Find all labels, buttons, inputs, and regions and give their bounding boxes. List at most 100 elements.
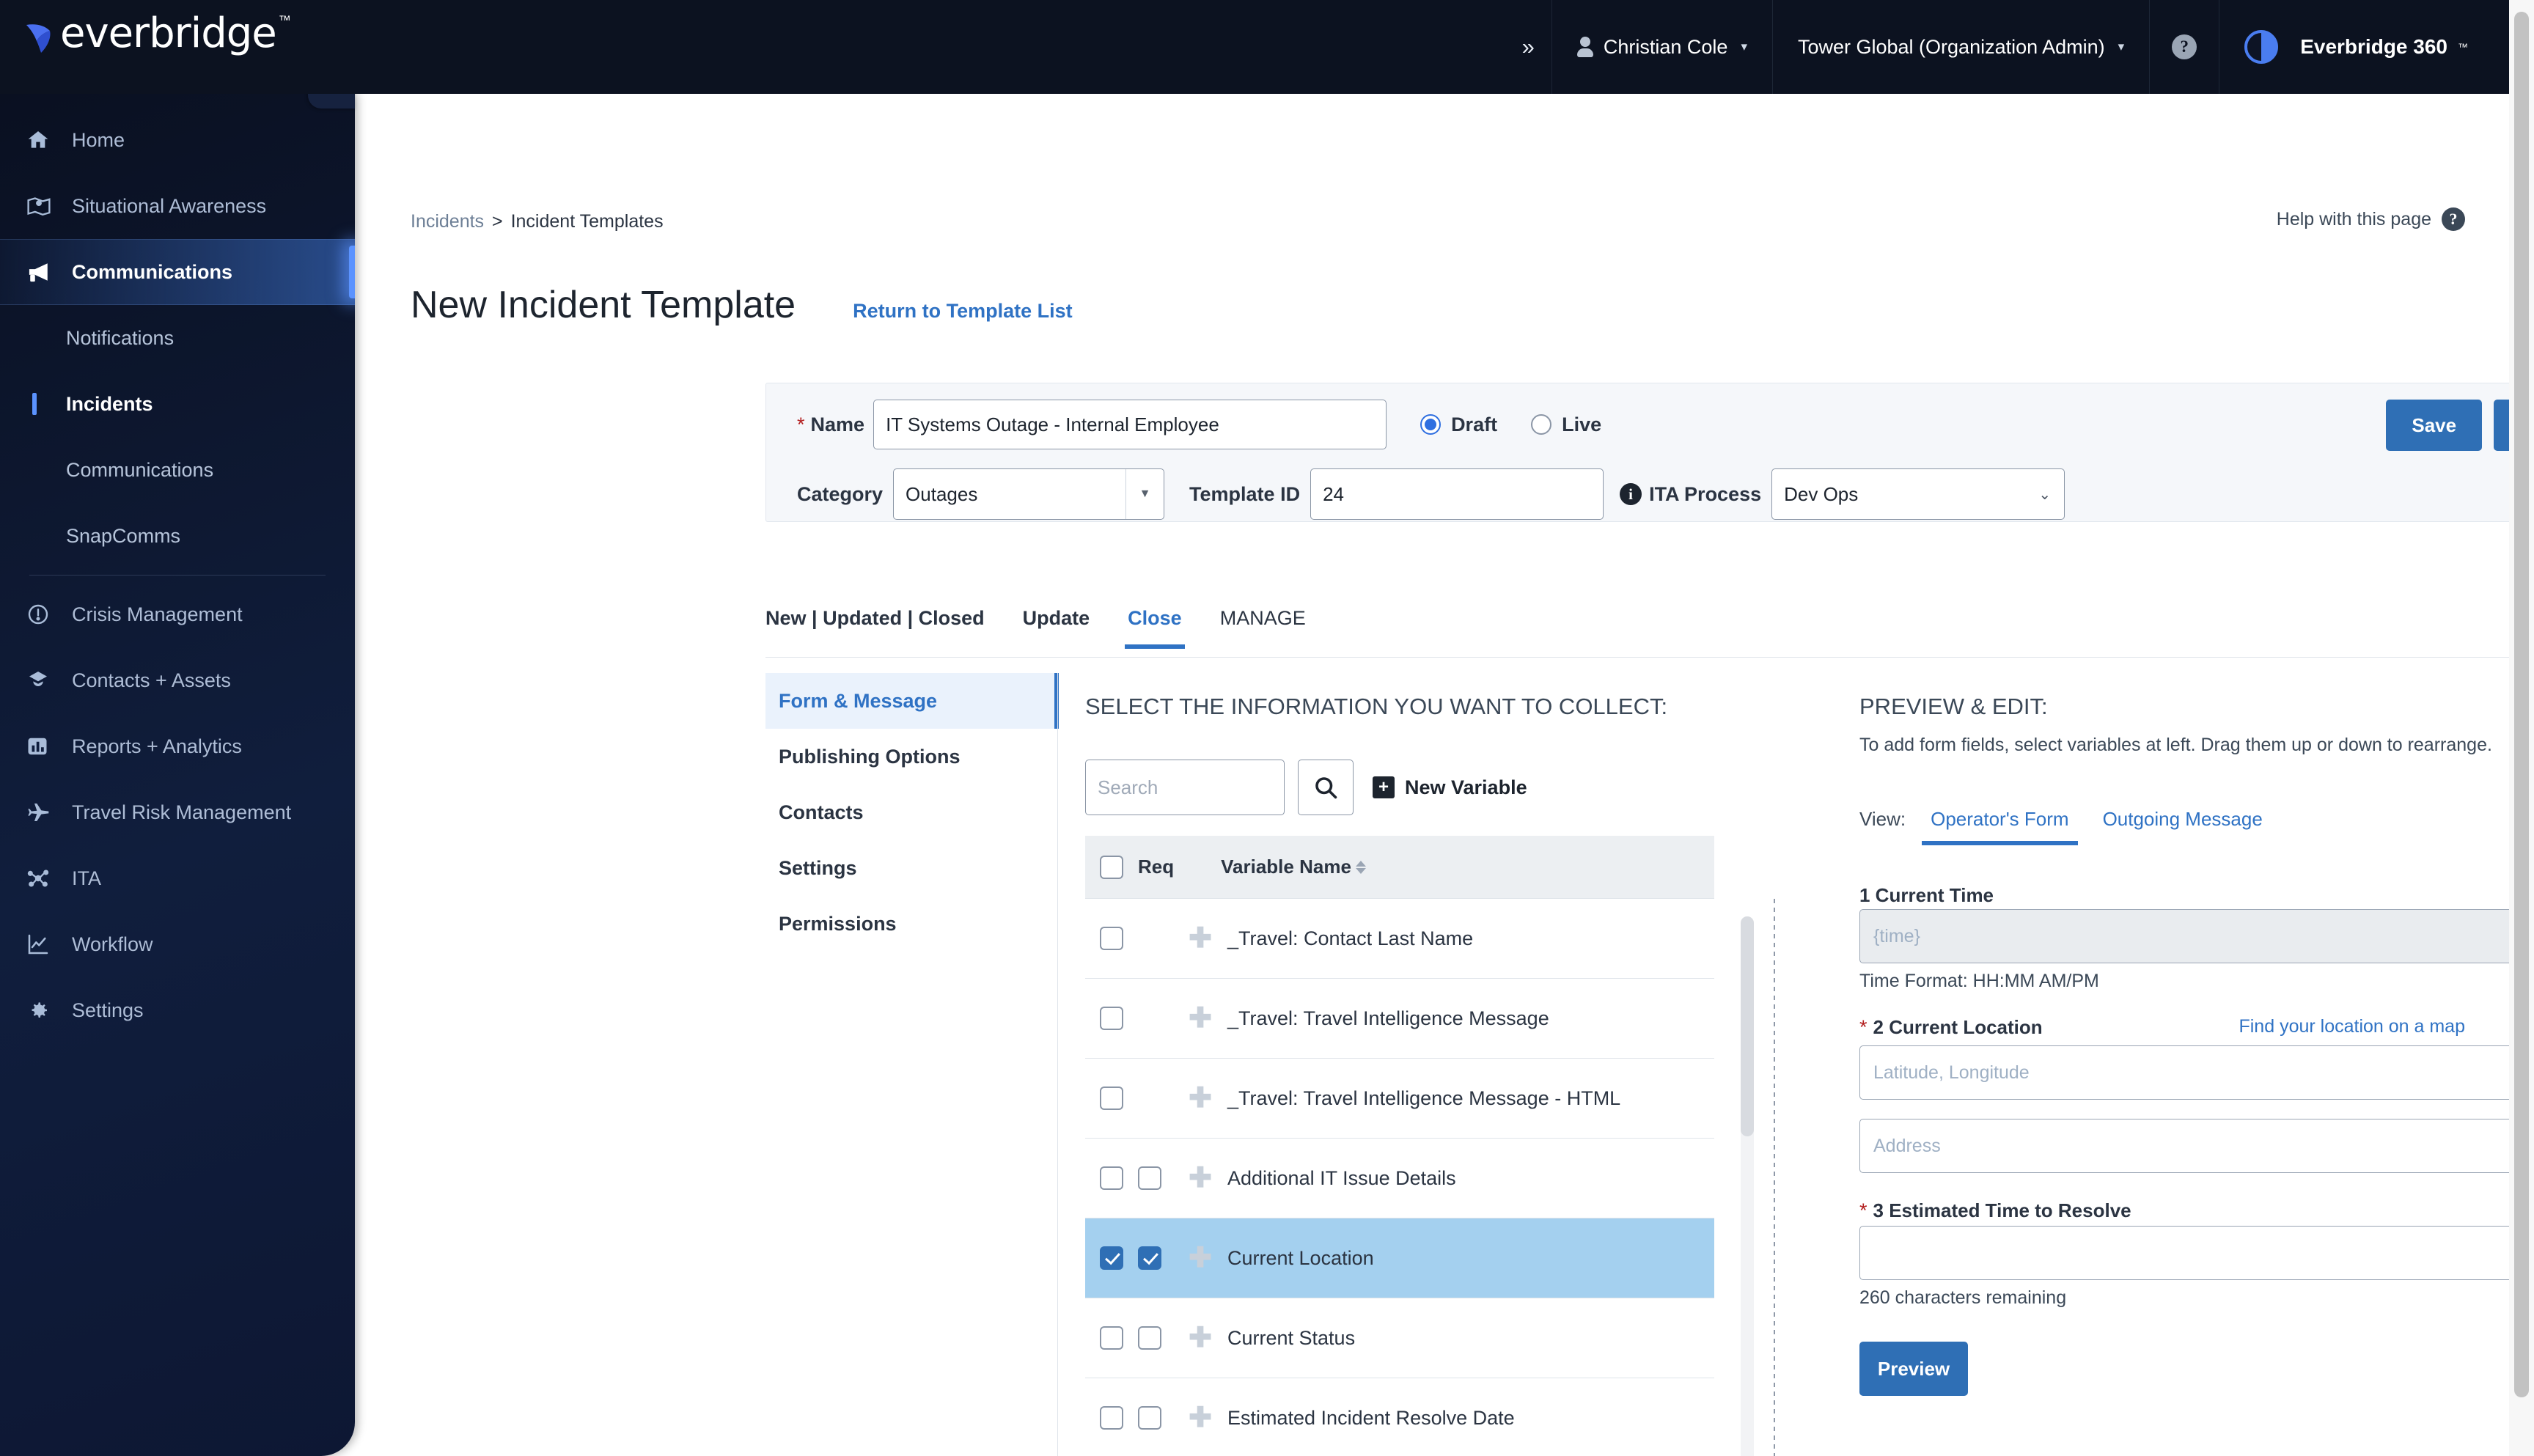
tab-close[interactable]: Close — [1109, 607, 1201, 649]
search-icon — [1315, 777, 1337, 799]
drag-handle[interactable]: ✚ — [1173, 924, 1227, 952]
variables-list-scrollbar[interactable] — [1741, 916, 1754, 1456]
view-label: View: — [1859, 808, 1906, 830]
sidebar-item-label: ITA — [72, 867, 101, 889]
return-to-template-list-link[interactable]: Return to Template List — [853, 300, 1073, 323]
drag-handle[interactable]: ✚ — [1173, 1004, 1227, 1032]
sidebar-item-home[interactable]: Home — [0, 107, 355, 173]
section-form-and-message[interactable]: Form & Message — [765, 673, 1059, 729]
sidebar-item-communications[interactable]: Communications — [0, 239, 355, 305]
tab-manage[interactable]: MANAGE — [1201, 607, 1325, 649]
ita-process-select[interactable]: Dev Ops ⌄ — [1771, 468, 2065, 520]
drag-handle[interactable]: ✚ — [1173, 1404, 1227, 1432]
chevron-double-right-icon[interactable]: » — [1503, 34, 1551, 60]
row-required-checkbox[interactable] — [1138, 1246, 1161, 1270]
drag-handle[interactable]: ✚ — [1173, 1164, 1227, 1192]
view-tab-operators-form[interactable]: Operator's Form — [1922, 799, 2079, 845]
section-settings[interactable]: Settings — [765, 840, 1059, 896]
view-tab-outgoing-message[interactable]: Outgoing Message — [2094, 799, 2272, 845]
search-button[interactable] — [1298, 760, 1354, 815]
variable-name: Additional IT Issue Details — [1227, 1166, 1456, 1189]
plus-icon: ✚ — [1189, 1402, 1212, 1433]
page-scrollbar[interactable] — [2509, 0, 2534, 1456]
table-row[interactable]: ✚ _Travel: Travel Intelligence Message -… — [1085, 1059, 1714, 1139]
column-header-variable-name[interactable]: Variable Name — [1221, 856, 1366, 878]
row-select-checkbox[interactable] — [1100, 1326, 1123, 1350]
row-required-checkbox[interactable] — [1138, 1166, 1161, 1190]
sidebar-item-contacts-assets[interactable]: Contacts + Assets — [0, 647, 355, 713]
search-input[interactable] — [1085, 760, 1285, 815]
section-publishing-options[interactable]: Publishing Options — [765, 729, 1059, 784]
drag-handle[interactable]: ✚ — [1173, 1324, 1227, 1352]
row-required-checkbox[interactable] — [1138, 1406, 1161, 1430]
template-id-label: Template ID — [1189, 482, 1301, 505]
preview-button[interactable]: Preview — [1859, 1342, 1968, 1396]
template-id-input[interactable] — [1310, 468, 1604, 520]
latitude-longitude-input[interactable] — [1859, 1045, 2518, 1100]
current-time-input[interactable] — [1859, 909, 2518, 963]
chevron-down-icon: ⌄ — [2038, 486, 2052, 503]
radio-draft-label: Draft — [1451, 413, 1498, 435]
variable-name: Estimated Incident Resolve Date — [1227, 1406, 1515, 1429]
table-row[interactable]: ✚ _Travel: Contact Last Name — [1085, 899, 1714, 979]
template-name-input[interactable] — [873, 400, 1387, 449]
row-select-checkbox[interactable] — [1100, 1087, 1123, 1110]
select-all-checkbox[interactable] — [1100, 855, 1123, 879]
sidebar-subitem-incidents[interactable]: Incidents — [0, 371, 355, 437]
plus-icon: ✚ — [1189, 1083, 1212, 1114]
breadcrumb-item-incidents[interactable]: Incidents — [411, 211, 484, 232]
category-select[interactable]: Outages ▼ — [893, 468, 1165, 520]
drag-handle[interactable]: ✚ — [1173, 1084, 1227, 1112]
plus-icon: ✚ — [1189, 923, 1212, 954]
radio-option-live[interactable]: Live — [1531, 413, 1601, 436]
sidebar-item-workflow[interactable]: Workflow — [0, 911, 355, 977]
top-bar-right-cluster: » Christian Cole ▾ Tower Global (Organiz… — [1503, 0, 2493, 94]
table-row[interactable]: ✚ Additional IT Issue Details — [1085, 1139, 1714, 1218]
sidebar-item-crisis-management[interactable]: Crisis Management — [0, 581, 355, 647]
help-with-this-page-link[interactable]: Help with this page ? — [2277, 207, 2465, 231]
radio-draft-indicator — [1420, 414, 1442, 435]
megaphone-icon — [26, 261, 65, 283]
sidebar-subitem-communications[interactable]: Communications — [0, 437, 355, 503]
sidebar-item-situational-awareness[interactable]: Situational Awareness — [0, 173, 355, 239]
radio-option-draft[interactable]: Draft — [1420, 413, 1497, 436]
sidebar-subitem-notifications[interactable]: Notifications — [0, 305, 355, 371]
scrollbar-thumb[interactable] — [1741, 916, 1754, 1136]
section-permissions[interactable]: Permissions — [765, 896, 1059, 952]
row-select-checkbox[interactable] — [1100, 1406, 1123, 1430]
save-button[interactable]: Save — [2386, 400, 2483, 451]
sidebar-divider — [29, 575, 326, 576]
find-location-on-map-link[interactable]: Find your location on a map — [2239, 1016, 2465, 1037]
row-select-checkbox[interactable] — [1100, 1166, 1123, 1190]
everbridge-logo[interactable]: everbridge ™ — [25, 13, 291, 59]
page-scrollbar-thumb[interactable] — [2514, 12, 2529, 1397]
table-row[interactable]: ✚ Estimated Incident Resolve Date — [1085, 1378, 1714, 1456]
estimated-time-to-resolve-input[interactable] — [1859, 1226, 2518, 1280]
gear-icon — [26, 999, 65, 1022]
everbridge-360-badge[interactable]: Everbridge 360 ™ — [2219, 0, 2493, 94]
sidebar-item-label: Workflow — [72, 933, 153, 955]
new-variable-button[interactable]: + New Variable — [1373, 776, 1527, 799]
tab-new-updated-closed[interactable]: New | Updated | Closed — [765, 607, 1004, 649]
table-row[interactable]: ✚ Current Location — [1085, 1218, 1714, 1298]
help-button[interactable]: ? — [2150, 0, 2219, 94]
sidebar-item-ita[interactable]: ITA — [0, 845, 355, 911]
airplane-icon — [26, 801, 65, 824]
row-select-checkbox[interactable] — [1100, 1007, 1123, 1030]
info-icon[interactable]: i — [1620, 483, 1642, 505]
table-row[interactable]: ✚ Current Status — [1085, 1298, 1714, 1378]
row-select-checkbox[interactable] — [1100, 927, 1123, 950]
user-menu[interactable]: Christian Cole ▾ — [1552, 0, 1772, 94]
address-input[interactable] — [1859, 1119, 2518, 1173]
row-required-checkbox[interactable] — [1138, 1326, 1161, 1350]
sidebar-subitem-snapcomms[interactable]: SnapComms — [0, 503, 355, 569]
tab-update[interactable]: Update — [1004, 607, 1109, 649]
sidebar-item-reports-analytics[interactable]: Reports + Analytics — [0, 713, 355, 779]
drag-handle[interactable]: ✚ — [1173, 1244, 1227, 1272]
sidebar-item-travel-risk-management[interactable]: Travel Risk Management — [0, 779, 355, 845]
row-select-checkbox[interactable] — [1100, 1246, 1123, 1270]
section-contacts[interactable]: Contacts — [765, 784, 1059, 840]
sidebar-item-settings[interactable]: Settings — [0, 977, 355, 1043]
organization-menu[interactable]: Tower Global (Organization Admin) ▾ — [1773, 0, 2149, 94]
table-row[interactable]: ✚ _Travel: Travel Intelligence Message — [1085, 979, 1714, 1059]
